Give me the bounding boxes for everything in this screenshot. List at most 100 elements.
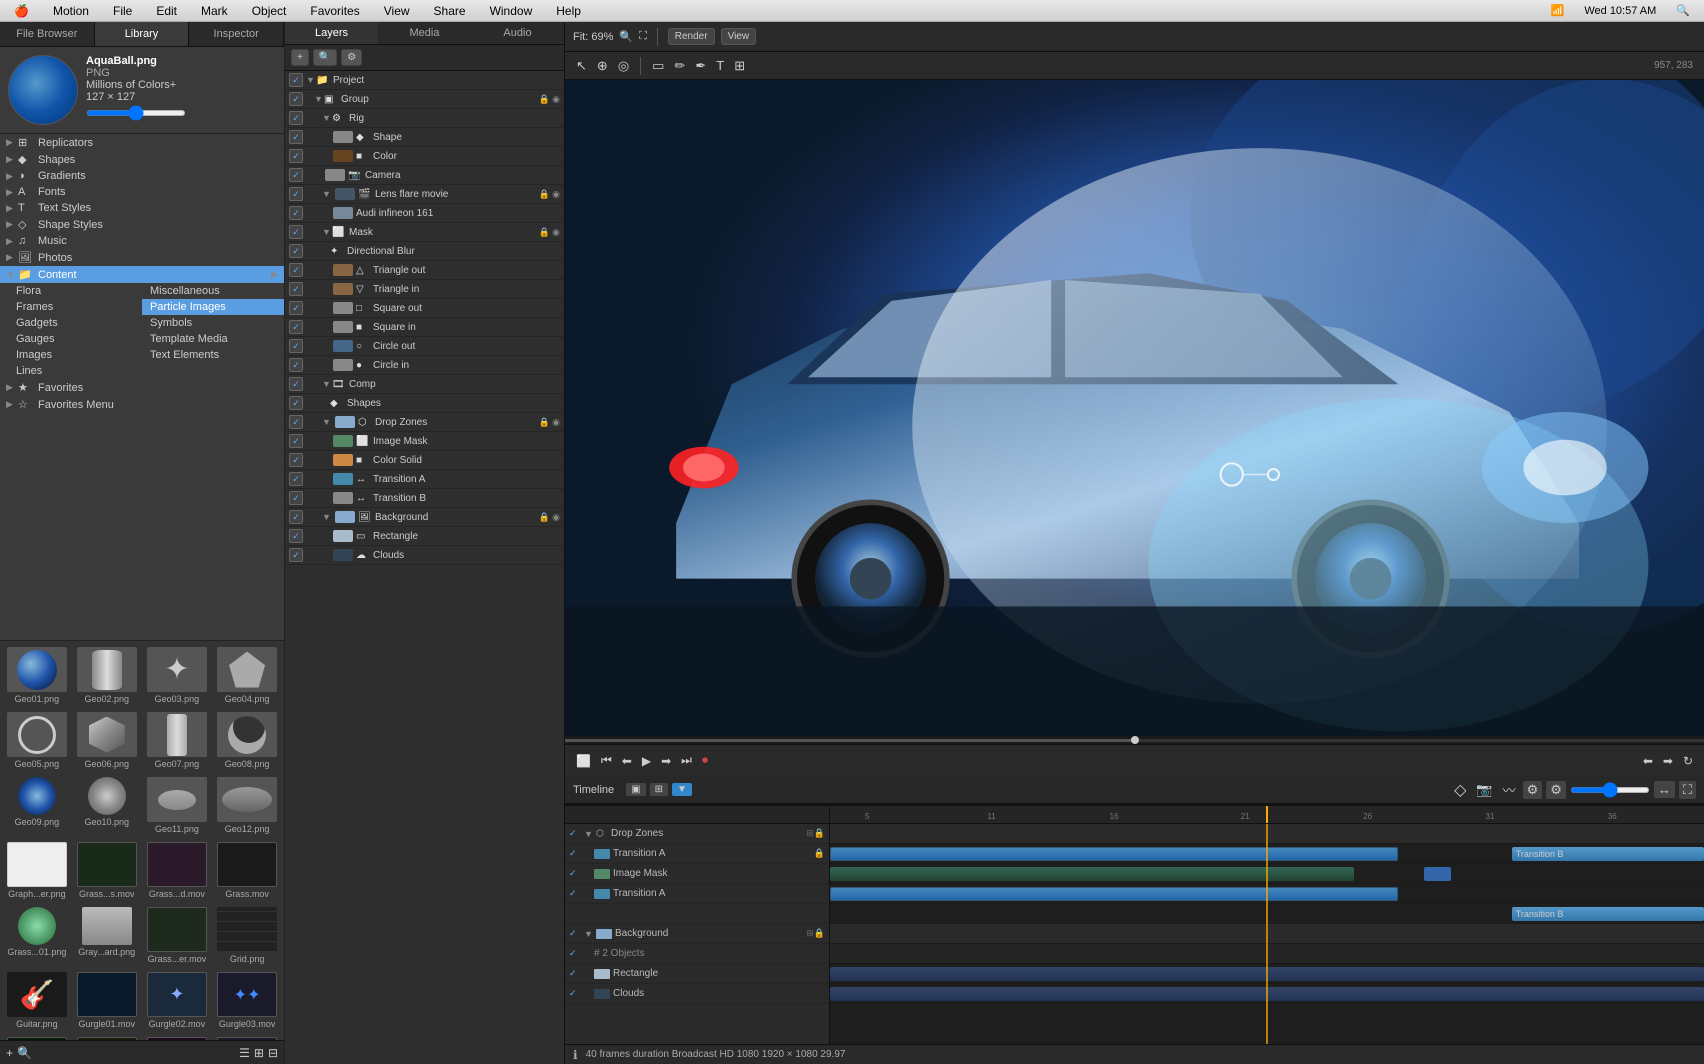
menu-share[interactable]: Share xyxy=(428,2,472,20)
tl-2-objects[interactable]: ✓ # 2 Objects xyxy=(565,944,829,964)
thumb-grass-s[interactable]: Grass...s.mov xyxy=(74,840,140,901)
clip-image-mask[interactable] xyxy=(830,867,1354,881)
layer-visibility[interactable] xyxy=(289,130,303,144)
layer-lens-flare[interactable]: ▼ 🎬 Lens flare movie 🔒 ◉ xyxy=(285,185,564,204)
tab-layers[interactable]: Layers xyxy=(285,22,378,44)
layer-visibility[interactable] xyxy=(289,415,303,429)
tl-check[interactable]: ✓ xyxy=(569,968,581,979)
layer-square-out[interactable]: □ Square out xyxy=(285,299,564,318)
thumb-geo01[interactable]: Geo01.png xyxy=(4,645,70,706)
tl-transition-a[interactable]: ✓ Transition A 🔒 xyxy=(565,844,829,864)
layer-visibility[interactable] xyxy=(289,358,303,372)
particle-tool[interactable]: ⊞ xyxy=(731,57,748,75)
menu-view[interactable]: View xyxy=(378,2,416,20)
thumb-geo11[interactable]: Geo11.png xyxy=(144,775,211,836)
select-tool[interactable]: ↖ xyxy=(573,57,590,75)
layer-visibility[interactable] xyxy=(289,377,303,391)
tl-check[interactable]: ✓ xyxy=(569,828,581,839)
layer-visibility[interactable] xyxy=(289,510,303,524)
expand-icon[interactable]: ▼ xyxy=(322,189,332,199)
expand-icon[interactable]: ▼ xyxy=(306,75,316,85)
timeline-zoom-in[interactable]: ⚙ xyxy=(1546,781,1566,799)
layer-color[interactable]: ■ Color xyxy=(285,147,564,166)
layer-transition-a[interactable]: ↔ Transition A xyxy=(285,470,564,489)
tl-check[interactable]: ✓ xyxy=(569,948,581,959)
layer-square-in[interactable]: ■ Square in xyxy=(285,318,564,337)
tl-check[interactable]: ✓ xyxy=(569,888,581,899)
record-btn[interactable]: ⏺ xyxy=(699,753,711,768)
search-icon[interactable]: 🔍 xyxy=(1670,2,1696,19)
sidebar-item-favorites-menu[interactable]: ▶ ☆ Favorites Menu xyxy=(0,396,284,413)
layer-triangle-in[interactable]: ▽ Triangle in xyxy=(285,280,564,299)
render-button[interactable]: Render xyxy=(668,28,715,45)
expand-icon[interactable]: ▼ xyxy=(322,379,332,389)
layer-visibility[interactable] xyxy=(289,491,303,505)
add-layer-btn[interactable]: + xyxy=(291,49,309,66)
rect-tool[interactable]: ▭ xyxy=(649,57,667,75)
sidebar-item-misc[interactable]: Miscellaneous xyxy=(142,283,284,299)
thumb-gray-ard[interactable]: Gray...ard.png xyxy=(74,905,140,966)
sidebar-item-gauges[interactable]: Gauges xyxy=(0,331,142,347)
scrubber-handle[interactable] xyxy=(1131,736,1139,744)
tab-inspector[interactable]: Inspector xyxy=(189,22,284,46)
thumb-geo02[interactable]: Geo02.png xyxy=(74,645,140,706)
view-icons-btn[interactable]: ⊞ xyxy=(254,1046,264,1060)
layer-visibility[interactable] xyxy=(289,339,303,353)
tl-expand[interactable]: ▼ xyxy=(584,929,594,939)
thumb-geo03[interactable]: ✦ Geo03.png xyxy=(144,645,211,706)
clip-transition-b-2[interactable]: Transition B xyxy=(1512,907,1704,921)
layer-visibility[interactable] xyxy=(289,396,303,410)
thumb-geo12[interactable]: Geo12.png xyxy=(214,775,280,836)
sidebar-item-photos[interactable]: ▶ 🖼 Photos xyxy=(0,249,284,266)
layer-background[interactable]: ▼ 🖼 Background 🔒 ◉ xyxy=(285,508,564,527)
tl-options[interactable]: ⊞ xyxy=(806,828,814,839)
view-columns-btn[interactable]: ⊟ xyxy=(268,1046,278,1060)
menu-mark[interactable]: Mark xyxy=(195,2,234,20)
layer-visibility[interactable] xyxy=(289,206,303,220)
view-button[interactable]: View xyxy=(721,28,757,45)
view-list-btn[interactable]: ☰ xyxy=(239,1046,250,1060)
timeline-options-btn[interactable]: ⊞ xyxy=(650,783,668,796)
go-end-btn[interactable]: ⏭ xyxy=(678,753,695,768)
sidebar-item-fonts[interactable]: ▶ A Fonts xyxy=(0,184,284,200)
tl-check[interactable]: ✓ xyxy=(569,868,581,879)
thumb-gurgle07[interactable]: ✦✦ Gurgle07.mov xyxy=(214,1035,280,1040)
layer-audi[interactable]: Audi infineon 161 xyxy=(285,204,564,223)
thumb-gurgle04[interactable]: ✦ Gurgle04.mov xyxy=(4,1035,70,1040)
layer-rig[interactable]: ▼ ⚙ Rig xyxy=(285,109,564,128)
layer-shapes[interactable]: ◆ Shapes xyxy=(285,394,564,413)
next-keyframe-btn[interactable]: ➡ xyxy=(1660,754,1676,768)
menu-favorites[interactable]: Favorites xyxy=(304,2,365,20)
layer-visibility[interactable] xyxy=(289,453,303,467)
thumb-gurgle03[interactable]: ✦✦ Gurgle03.mov xyxy=(214,970,280,1031)
layer-circle-out[interactable]: ○ Circle out xyxy=(285,337,564,356)
sidebar-item-music[interactable]: ▶ ♫ Music xyxy=(0,233,284,249)
timeline-mini-btn[interactable]: ▼ xyxy=(672,783,692,796)
sidebar-item-frames[interactable]: Frames xyxy=(0,299,142,315)
tl-lock[interactable]: 🔒 xyxy=(814,828,825,839)
timeline-tracks-area[interactable]: 5 11 16 21 26 31 36 Transition B xyxy=(830,806,1704,1044)
tl-rectangle[interactable]: ✓ Rectangle xyxy=(565,964,829,984)
menu-help[interactable]: Help xyxy=(550,2,587,20)
tl-lock[interactable]: 🔒 xyxy=(814,928,825,939)
layer-visibility[interactable] xyxy=(289,472,303,486)
search-btn[interactable]: 🔍 xyxy=(17,1046,32,1060)
sidebar-item-favorites[interactable]: ▶ ★ Favorites xyxy=(0,379,284,396)
go-start-btn[interactable]: ⏮ xyxy=(598,753,615,768)
layer-rectangle[interactable]: ▭ Rectangle xyxy=(285,527,564,546)
add-to-favorites-btn[interactable]: + xyxy=(6,1046,13,1060)
motion-btn[interactable]: 〰 xyxy=(1500,779,1519,800)
camera-record-btn[interactable]: 📷 xyxy=(1473,781,1495,799)
pen-tool[interactable]: ✒ xyxy=(692,57,709,75)
thumb-grid[interactable]: Grid.png xyxy=(214,905,280,966)
tab-audio[interactable]: Audio xyxy=(471,22,564,44)
layer-shape[interactable]: ◆ Shape xyxy=(285,128,564,147)
layer-camera[interactable]: 📷 Camera xyxy=(285,166,564,185)
layer-drop-zones[interactable]: ▼ ⬡ Drop Zones 🔒 ◉ xyxy=(285,413,564,432)
layer-visibility[interactable] xyxy=(289,92,303,106)
menu-object[interactable]: Object xyxy=(246,2,293,20)
sidebar-item-lines[interactable]: Lines xyxy=(0,363,142,379)
expand-icon[interactable]: ▼ xyxy=(322,512,332,522)
layer-visibility[interactable] xyxy=(289,168,303,182)
menu-file[interactable]: File xyxy=(107,2,138,20)
